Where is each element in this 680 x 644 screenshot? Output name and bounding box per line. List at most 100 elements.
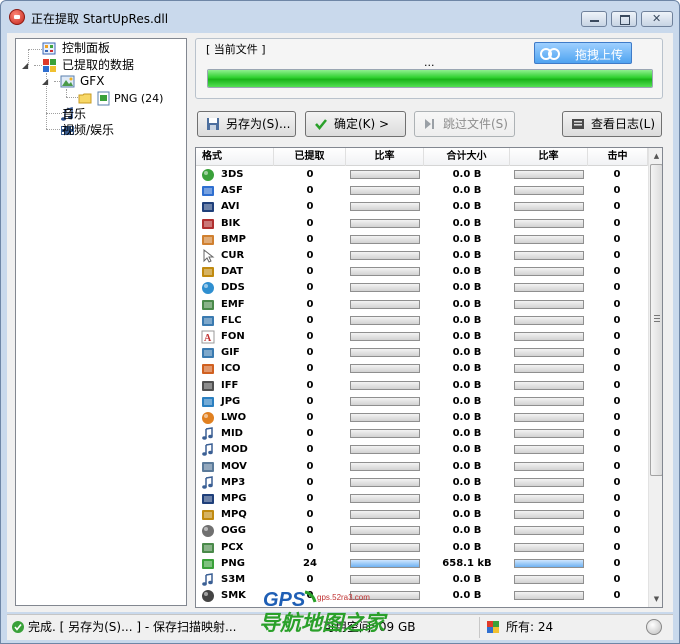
table-row[interactable]: EMF 0 0.0 B 0 (196, 297, 648, 313)
table-row[interactable]: BMP 0 0.0 B 0 (196, 232, 648, 248)
collapse-toggle-icon[interactable]: ◢ (22, 62, 30, 70)
header-hits[interactable]: 击中 (588, 148, 648, 166)
table-row[interactable]: FLC 0 0.0 B 0 (196, 313, 648, 329)
vertical-scrollbar[interactable]: ▲ ▼ (648, 148, 662, 607)
table-row[interactable]: MOV 0 0.0 B 0 (196, 459, 648, 475)
skip-icon (425, 119, 434, 129)
title-bar[interactable]: 正在提取 StartUpRes.dll (1, 1, 679, 33)
table-row[interactable]: PNG 24 658.1 kB 0 (196, 556, 648, 572)
view-log-button[interactable]: 查看日志(L) (562, 111, 662, 137)
total-size-cell: 0.0 B (452, 574, 482, 585)
folder-icon (78, 93, 92, 104)
ratio-bar-2 (514, 234, 584, 244)
table-row[interactable]: JPG 0 0.0 B 0 (196, 394, 648, 410)
ok-button[interactable]: 确定(K) > (305, 111, 406, 137)
control-panel-icon (42, 42, 56, 55)
format-cell: DDS (221, 282, 245, 294)
table-row[interactable]: IFF 0 0.0 B 0 (196, 378, 648, 394)
format-cell: FLC (221, 314, 242, 326)
header-total-size[interactable]: 合计大小 (424, 148, 510, 166)
disk-space: 可用空间: 09 GB (323, 620, 416, 634)
skip-file-button[interactable]: 跳过文件(S) (414, 111, 515, 137)
extracted-count-cell: 0 (306, 428, 314, 440)
hits-cell: 0 (613, 412, 621, 423)
table-row[interactable]: AVI 0 0.0 B 0 (196, 199, 648, 215)
total-size-cell: 0.0 B (452, 509, 482, 521)
header-extracted[interactable]: 已提取 (274, 148, 346, 166)
hits-cell: 0 (613, 201, 621, 213)
extracted-count-cell: 0 (306, 314, 314, 326)
extracted-count-cell: 0 (306, 347, 314, 359)
extracted-count-cell: 0 (306, 460, 314, 472)
header-ratio-2[interactable]: 比率 (510, 148, 588, 166)
header-ratio[interactable]: 比率 (346, 148, 424, 166)
close-button[interactable] (641, 11, 673, 27)
total-size-cell: 0.0 B (452, 233, 482, 245)
total-icon (487, 621, 499, 633)
maximize-button[interactable] (611, 11, 637, 27)
collapse-toggle-icon[interactable]: ◢ (42, 78, 50, 86)
extracted-count-cell: 0 (306, 331, 314, 342)
table-row[interactable]: 3DS 0 0.0 B 0 (196, 167, 648, 183)
total-size-cell: 658.1 kB (442, 557, 492, 569)
format-cell: EMF (221, 298, 245, 310)
total-size-cell: 0.0 B (452, 363, 482, 375)
table-row[interactable]: DAT 0 0.0 B 0 (196, 264, 648, 280)
table-row[interactable]: ICO 0 0.0 B 0 (196, 361, 648, 377)
ratio-bar-2 (514, 494, 584, 503)
ratio-bar (350, 332, 420, 341)
total-size-cell: 0.0 B (452, 493, 482, 504)
format-cell: MP3 (221, 476, 246, 488)
save-as-button[interactable]: 另存为(S)... (197, 111, 296, 137)
hits-cell: 0 (613, 541, 621, 553)
table-row[interactable]: S3M 0 0.0 B 0 (196, 572, 648, 588)
tree-item-label: 视频/娱乐 (62, 123, 115, 137)
tree-view[interactable]: 控制面板 ◢ 已提取的数据 ◢ GFX PNG (24) 音乐 视频/娱乐 (15, 38, 187, 606)
table-row[interactable]: MPQ 0 0.0 B 0 (196, 507, 648, 523)
table-row[interactable]: OGG 0 0.0 B 0 (196, 523, 648, 539)
ratio-bar-2 (514, 332, 584, 341)
hits-cell: 0 (613, 574, 621, 585)
ratio-bar-2 (514, 267, 584, 277)
ratio-bar-2 (514, 299, 584, 309)
table-row[interactable]: MP3 0 0.0 B 0 (196, 475, 648, 491)
hits-cell: 0 (613, 363, 621, 375)
table-row[interactable]: MOD 0 0.0 B 0 (196, 442, 648, 458)
format-cell: GIF (221, 347, 240, 359)
format-cell: MID (221, 428, 243, 440)
scroll-up-icon[interactable]: ▲ (649, 148, 662, 164)
table-row[interactable]: CUR 0 0.0 B 0 (196, 248, 648, 264)
extracted-count-cell: 0 (306, 525, 314, 537)
extracted-count-cell: 0 (306, 493, 314, 504)
table-row[interactable]: ASF 0 0.0 B 0 (196, 183, 648, 199)
table-row[interactable]: MPG 0 0.0 B 0 (196, 491, 648, 507)
ratio-bar-2 (514, 283, 584, 293)
ratio-bar (350, 591, 420, 601)
table-row[interactable]: MID 0 0.0 B 0 (196, 426, 648, 442)
scroll-thumb[interactable] (650, 164, 662, 476)
extracted-count-cell: 0 (306, 169, 314, 180)
minimize-button[interactable] (581, 11, 607, 27)
table-row[interactable]: SMK 0 0.0 B 0 (196, 588, 648, 604)
ratio-bar (350, 429, 420, 439)
header-format[interactable]: 格式 (196, 148, 274, 166)
ratio-bar-2 (514, 477, 584, 487)
cloud-upload-icon (540, 48, 560, 60)
table-row[interactable]: A FON 0 0.0 B 0 (196, 329, 648, 345)
scroll-down-icon[interactable]: ▼ (649, 591, 662, 607)
format-cell: BMP (221, 233, 246, 245)
table-row[interactable]: PCX 0 0.0 B 0 (196, 540, 648, 556)
ratio-bar-2 (514, 445, 584, 455)
total-size-cell: 0.0 B (452, 460, 482, 472)
table-row[interactable]: GIF 0 0.0 B 0 (196, 345, 648, 361)
table-row[interactable]: DDS 0 0.0 B 0 (196, 280, 648, 296)
ratio-bar-2 (514, 542, 584, 552)
table-row[interactable]: BIK 0 0.0 B 0 (196, 216, 648, 232)
table-row[interactable]: LWO 0 0.0 B 0 (196, 410, 648, 426)
svg-text:A: A (204, 333, 212, 344)
drag-upload-button[interactable]: 拖拽上传 (534, 42, 632, 64)
format-table[interactable]: 格式 已提取 比率 合计大小 比率 击中 3DS 0 0.0 B 0 ASF 0 0.0 B… (195, 147, 663, 608)
hits-cell: 0 (613, 395, 621, 407)
ratio-bar-2 (514, 380, 584, 390)
hits-cell: 0 (613, 476, 621, 488)
